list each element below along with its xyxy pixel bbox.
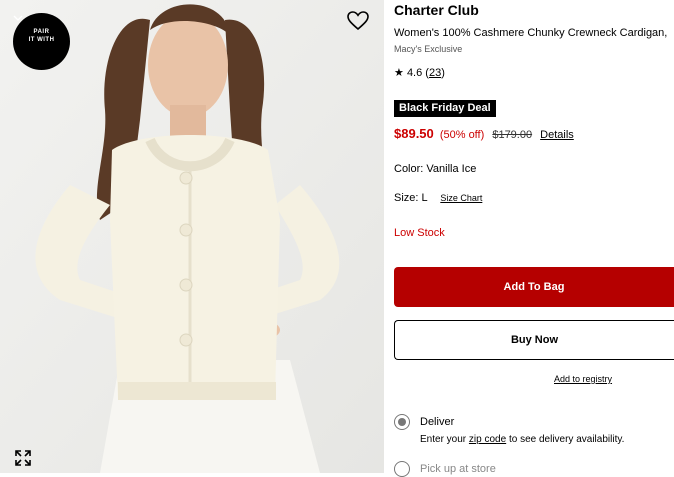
size-label: Size: (394, 192, 419, 204)
stock-status: Low Stock (394, 227, 445, 239)
pair-it-with-button[interactable]: PAIR IT WITH (13, 13, 70, 70)
product-title: Women's 100% Cashmere Chunky Crewneck Ca… (394, 27, 668, 39)
size-chart-link[interactable]: Size Chart (440, 193, 482, 203)
star-icon: ★ (394, 67, 404, 79)
size-value: L (421, 192, 428, 204)
exclusive-label: Macy's Exclusive (394, 44, 463, 54)
brand-name[interactable]: Charter Club (394, 2, 479, 18)
pickup-radio[interactable] (394, 461, 410, 477)
add-to-bag-button[interactable]: Add To Bag (394, 267, 674, 307)
model-photo-illustration (0, 0, 384, 473)
heart-outline-icon[interactable] (347, 11, 369, 31)
chevron-down-icon (13, 15, 23, 21)
deliver-sub-prefix: Enter your (420, 434, 467, 445)
rating-value: 4.6 (406, 67, 423, 79)
product-info-panel: Charter Club Women's 100% Cashmere Chunk… (394, 0, 674, 477)
deal-badge: Black Friday Deal (394, 100, 496, 117)
review-count-link[interactable]: 23 (429, 67, 441, 79)
deliver-radio[interactable] (394, 414, 410, 430)
price-details-link[interactable]: Details (540, 129, 574, 141)
original-price: $179.00 (492, 129, 533, 141)
expand-icon[interactable] (14, 449, 32, 467)
delivery-availability-text: Enter your zip code to see delivery avai… (420, 434, 624, 445)
discount-percent: (50% off) (439, 129, 485, 141)
sale-price: $89.50 (394, 126, 434, 141)
pair-badge-line1: PAIR (33, 29, 50, 35)
size-selection: Size: L Size Chart (394, 192, 482, 204)
color-value: Vanilla Ice (426, 163, 477, 175)
pickup-label[interactable]: Pick up at store (420, 463, 496, 475)
add-to-registry-link[interactable]: Add to registry (554, 374, 612, 384)
product-image[interactable]: PAIR IT WITH (0, 0, 384, 473)
price-row: $89.50 (50% off) $179.00 Details (394, 126, 574, 141)
color-label: Color: (394, 163, 424, 175)
buy-now-button[interactable]: Buy Now (394, 320, 674, 360)
rating-summary[interactable]: ★ 4.6 (23) (394, 66, 445, 79)
zip-code-link[interactable]: zip code (469, 434, 506, 445)
deliver-label[interactable]: Deliver (420, 416, 454, 428)
deliver-sub-suffix: to see delivery availability. (508, 434, 625, 445)
pair-badge-line2: IT WITH (28, 37, 55, 43)
color-selection: Color: Vanilla Ice (394, 163, 476, 175)
